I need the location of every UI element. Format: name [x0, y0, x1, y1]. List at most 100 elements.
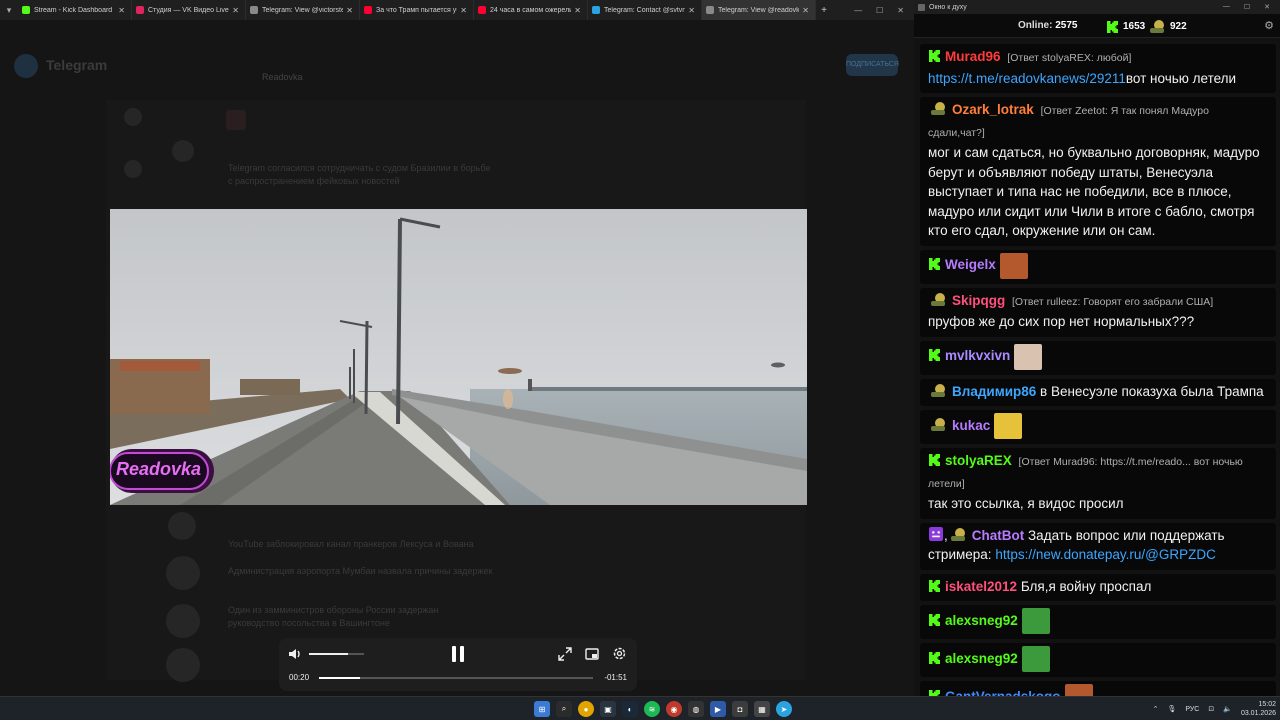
readovka-watermark: Readovka [116, 459, 202, 479]
app-icon[interactable]: ◍ [688, 701, 704, 717]
volume-slider[interactable] [309, 653, 364, 655]
minimize-icon[interactable]: — [854, 6, 862, 15]
taskbar-apps: ⊞ ⌕ ● ▣ ◐ ≋ ◉ ◍ ▶ ◘ ▦ ➤ [534, 701, 792, 717]
tab-2[interactable]: Telegram: View @victorstep ✕ [246, 0, 360, 20]
user-avatar-icon [931, 417, 945, 431]
close-tab-icon[interactable]: ✕ [460, 6, 467, 15]
microphone-icon[interactable]: 🎙 [1167, 705, 1176, 713]
network-icon[interactable]: ⊡ [1208, 705, 1214, 713]
settings-icon[interactable] [612, 646, 627, 663]
telegram-icon[interactable]: ➤ [776, 701, 792, 717]
chat-username[interactable]: Skipqgg [952, 293, 1005, 308]
avatar [172, 140, 194, 162]
system-tray: ⌃ 🎙 РУС ⊡ 🔈 15:02 03.01.2026 [1153, 700, 1276, 718]
maximize-icon[interactable]: ☐ [876, 6, 883, 15]
tab-menu-icon[interactable]: ▾ [0, 5, 18, 16]
close-tab-icon[interactable]: ✕ [118, 6, 125, 15]
user-avatar-icon [931, 383, 945, 397]
chat-username[interactable]: stolyaREX [945, 453, 1012, 468]
tab-6[interactable]: Telegram: View @readovka ✕ [702, 0, 816, 20]
kick-count: 1653 [1123, 21, 1146, 32]
pause-icon[interactable] [450, 645, 466, 665]
kick-viewers: 1653 [1106, 20, 1145, 33]
reply-quote: [Ответ rulleez: Говорят его забрали США] [1012, 295, 1214, 308]
app-icon[interactable]: ◘ [732, 701, 748, 717]
chat-username[interactable]: Murad96 [945, 49, 1001, 64]
chat-username[interactable]: Владимир86 [952, 384, 1036, 399]
tab-3[interactable]: За что Трамп пытается уб ✕ [360, 0, 474, 20]
volume-icon[interactable] [288, 647, 302, 663]
chat-username[interactable]: iskatel2012 [945, 579, 1017, 594]
chat-username[interactable]: kukac [952, 418, 990, 433]
stream-stats-bar: Online: 2575 1653 922 ⚙ [914, 14, 1280, 38]
tab-5[interactable]: Telegram: Contact @svtvnew✕ [588, 0, 702, 20]
chat-message: Murad96 [Ответ stolyaREX: любой] https://… [920, 44, 1276, 93]
clock[interactable]: 15:02 03.01.2026 [1241, 700, 1276, 718]
chat-username[interactable]: alexsneg92 [945, 613, 1018, 628]
start-icon[interactable]: ⊞ [534, 701, 550, 717]
progress-fill [319, 677, 361, 679]
new-tab-button[interactable]: + [816, 5, 832, 16]
chat-username[interactable]: Ozark_lotrak [952, 102, 1034, 117]
chevron-up-icon[interactable]: ⌃ [1153, 705, 1159, 713]
chat-message: Владимир86 в Венесуэле показуха была Тра… [920, 378, 1276, 406]
app-icon[interactable]: ▦ [754, 701, 770, 717]
close-tab-icon[interactable]: ✕ [346, 6, 353, 15]
fullscreen-icon[interactable] [558, 647, 572, 663]
chat-message: mvlkvxivn [920, 340, 1276, 375]
avatar [226, 110, 246, 130]
tab-favicon-icon [364, 6, 372, 14]
message-link[interactable]: https://t.me/readovkanews/29211 [928, 71, 1126, 86]
video-frame[interactable]: Readovka [110, 209, 807, 505]
chat-username[interactable]: Weigelx [945, 257, 996, 272]
message-text: в Венесуэле показуха была Трампа [1040, 383, 1264, 399]
telegram-page: Telegram Readovka ПОДПИСАТЬСЯ Telegram с… [0, 20, 914, 696]
close-tab-icon[interactable]: ✕ [802, 6, 809, 15]
post-text: YouTube заблокировал канал пранкеров Лек… [228, 539, 474, 549]
join-button[interactable]: ПОДПИСАТЬСЯ [846, 54, 899, 76]
chat-username[interactable]: alexsneg92 [945, 651, 1018, 666]
chat-message: Weigelx [920, 249, 1276, 284]
pip-icon[interactable] [585, 647, 599, 663]
close-tab-icon[interactable]: ✕ [574, 6, 581, 15]
other-count: 922 [1170, 21, 1187, 32]
kick-icon [929, 349, 940, 362]
video-scene [110, 209, 807, 505]
chat-username[interactable]: mvlkvxivn [945, 348, 1010, 363]
tab-title: Студия — VK Видео Live [148, 6, 229, 14]
lang-indicator[interactable]: РУС [1185, 706, 1199, 713]
speaker-icon[interactable]: 🔈 [1223, 705, 1232, 713]
close-icon[interactable]: ✕ [1264, 3, 1270, 11]
app-icon [918, 3, 925, 11]
chrome-icon[interactable]: ● [578, 701, 594, 717]
maximize-icon[interactable]: ☐ [1244, 3, 1250, 11]
search-icon[interactable]: ⌕ [556, 701, 572, 717]
steam-icon[interactable]: ◐ [622, 701, 638, 717]
current-time: 00:20 [289, 673, 310, 682]
spotify-icon[interactable]: ≋ [644, 701, 660, 717]
app-icon[interactable]: ▶ [710, 701, 726, 717]
volume-fill [309, 653, 348, 655]
taskbar: ⊞ ⌕ ● ▣ ◐ ≋ ◉ ◍ ▶ ◘ ▦ ➤ ⌃ 🎙 РУС ⊡ 🔈 15:0… [0, 696, 1280, 720]
gear-icon[interactable]: ⚙ [1264, 19, 1274, 32]
message-link[interactable]: https://new.donatepay.ru/@GRPZDC [995, 547, 1216, 562]
close-tab-icon[interactable]: ✕ [688, 6, 695, 15]
tab-4[interactable]: 24 часа в самом ожерели ✕ [474, 0, 588, 20]
chat-username[interactable]: ChatBot [972, 528, 1025, 543]
explorer-icon[interactable]: ▣ [600, 701, 616, 717]
close-icon[interactable]: ✕ [897, 6, 904, 15]
tab-favicon-icon [22, 6, 30, 14]
chat-message: alexsneg92 [920, 605, 1276, 639]
close-tab-icon[interactable]: ✕ [232, 6, 239, 15]
progress-bar[interactable] [319, 677, 593, 679]
message-text: так это ссылка, я видос просил [928, 496, 1124, 511]
tab-0[interactable]: Stream - Kick Dashboard ✕ [18, 0, 132, 20]
post-text: с распространением фейковых новостей [228, 176, 400, 186]
tab-title: 24 часа в самом ожерели [490, 6, 572, 14]
user-avatar-icon [931, 102, 945, 115]
avatar [166, 556, 200, 590]
clock-date: 03.01.2026 [1240, 710, 1276, 717]
tab-1[interactable]: Студия — VK Видео Live ✕ [132, 0, 246, 20]
obs-icon[interactable]: ◉ [666, 701, 682, 717]
minimize-icon[interactable]: — [1223, 3, 1230, 11]
